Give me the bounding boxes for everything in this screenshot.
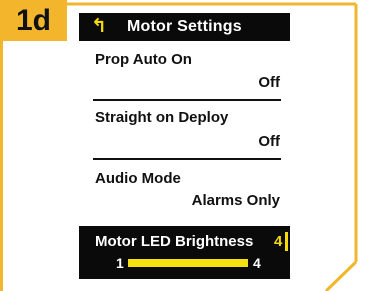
brightness-slider-fill [128, 259, 248, 267]
setting-value: Off [258, 74, 280, 91]
divider [93, 99, 281, 101]
setting-label: Audio Mode [95, 170, 181, 187]
setting-label: Prop Auto On [95, 51, 192, 68]
divider [93, 158, 281, 160]
device-screen: ↰ Motor Settings Prop Auto On Off Straig… [79, 13, 290, 291]
back-arrow-icon[interactable]: ↰ [91, 17, 113, 37]
slider-max-label: 4 [253, 255, 261, 271]
screen-header: ↰ Motor Settings [79, 13, 290, 41]
instruction-figure: 1d ↰ Motor Settings Prop Auto On Off Str… [0, 0, 366, 291]
setting-label: Motor LED Brightness [95, 233, 254, 250]
setting-item-motor-led-brightness[interactable]: Motor LED Brightness 4 1 4 [79, 226, 290, 279]
setting-label: Straight on Deploy [95, 109, 229, 126]
setting-value: 4 [274, 233, 283, 250]
setting-value: Off [258, 133, 280, 150]
selection-cursor [285, 232, 288, 251]
frame-diagonal-line [324, 260, 358, 291]
step-badge: 1d [0, 0, 67, 41]
page-title: Motor Settings [127, 18, 242, 35]
slider-min-label: 1 [116, 255, 124, 271]
setting-value: Alarms Only [191, 192, 280, 209]
brightness-slider[interactable] [128, 259, 248, 267]
